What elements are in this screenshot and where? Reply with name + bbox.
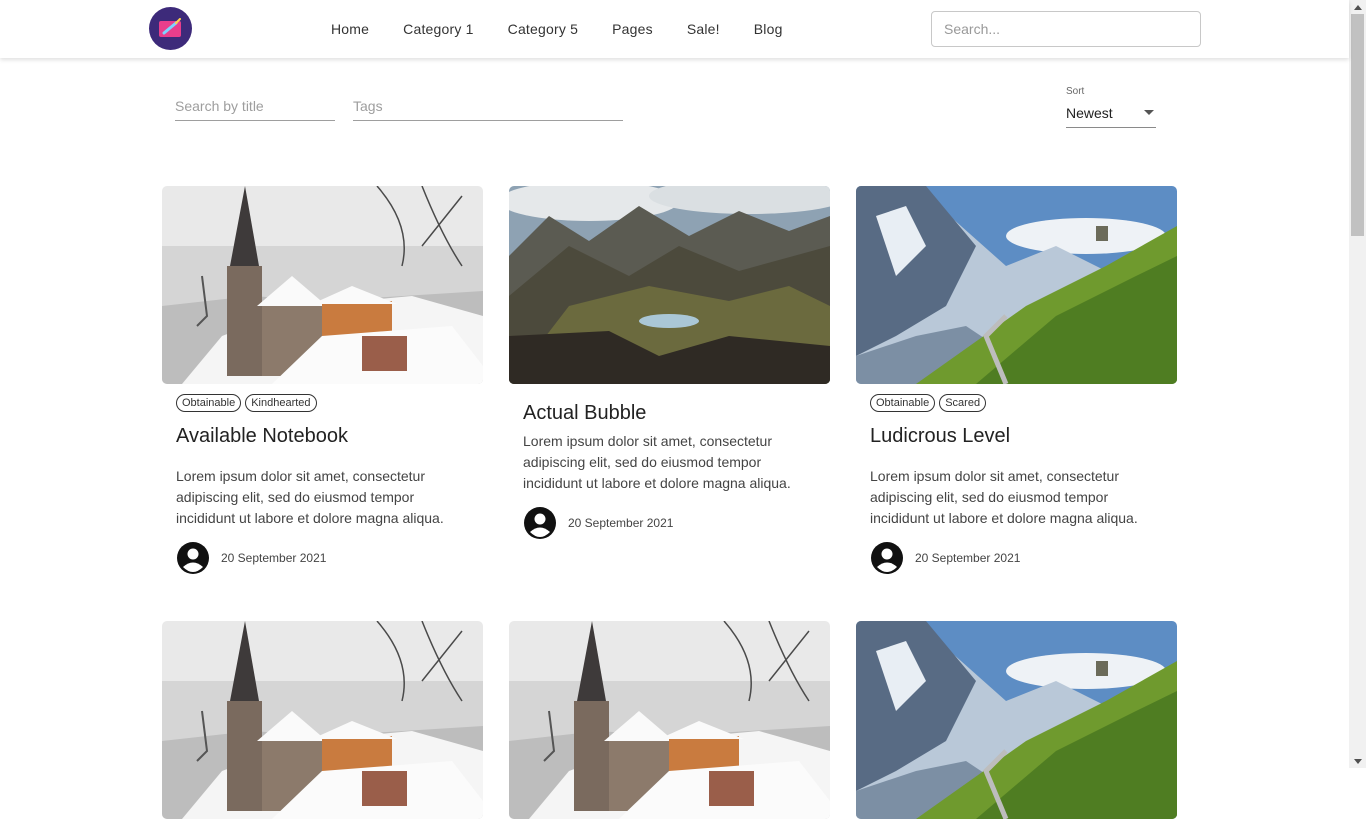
title-search-input[interactable]	[175, 92, 335, 121]
post-card[interactable]: Obtainable Kindhearted Available Noteboo…	[162, 186, 483, 575]
tag-list: Obtainable Kindhearted	[162, 384, 483, 413]
post-meta: 20 September 2021	[856, 529, 1177, 575]
nav-category-1[interactable]: Category 1	[386, 21, 490, 37]
sort-select[interactable]: Sort Newest	[1066, 84, 1156, 128]
post-image[interactable]	[856, 186, 1177, 384]
post-card[interactable]: Actual Bubble Lorem ipsum dolor sit amet…	[509, 186, 830, 540]
post-meta: 20 September 2021	[162, 529, 483, 575]
post-title[interactable]: Ludicrous Level	[856, 413, 1177, 457]
post-card[interactable]	[856, 621, 1177, 819]
sort-value: Newest	[1066, 105, 1113, 121]
header-search-input[interactable]	[931, 11, 1201, 47]
avatar-icon	[523, 506, 557, 540]
post-excerpt: Lorem ipsum dolor sit amet, consectetur …	[176, 468, 444, 526]
post-image[interactable]	[509, 621, 830, 819]
page-scrollbar[interactable]	[1349, 0, 1366, 768]
scroll-thumb[interactable]	[1351, 14, 1364, 236]
post-card[interactable]	[509, 621, 830, 819]
nav-pages[interactable]: Pages	[595, 21, 670, 37]
post-image[interactable]	[162, 186, 483, 384]
post-card[interactable]	[162, 621, 483, 819]
nav-blog[interactable]: Blog	[737, 21, 800, 37]
post-image[interactable]	[856, 621, 1177, 819]
post-card[interactable]: Obtainable Scared Ludicrous Level Lorem …	[856, 186, 1177, 575]
nav-home[interactable]: Home	[314, 21, 386, 37]
logo[interactable]	[149, 7, 192, 50]
scroll-down-icon[interactable]	[1349, 754, 1366, 768]
tag-chip[interactable]: Scared	[939, 394, 987, 412]
post-image[interactable]	[509, 186, 830, 384]
logo-icon	[158, 17, 181, 37]
post-date: 20 September 2021	[915, 551, 1021, 565]
main-nav: Home Category 1 Category 5 Pages Sale! B…	[314, 0, 800, 58]
post-title[interactable]: Available Notebook	[162, 413, 483, 457]
scroll-up-icon[interactable]	[1349, 0, 1366, 14]
nav-category-5[interactable]: Category 5	[491, 21, 595, 37]
post-date: 20 September 2021	[568, 516, 674, 530]
tags-input[interactable]	[353, 92, 623, 121]
tag-chip[interactable]: Obtainable	[870, 394, 936, 412]
post-title[interactable]: Actual Bubble	[509, 384, 830, 424]
tag-chip[interactable]: Kindhearted	[245, 394, 317, 412]
post-meta: 20 September 2021	[509, 494, 830, 540]
sort-label: Sort	[1066, 86, 1085, 97]
nav-sale[interactable]: Sale!	[670, 21, 737, 37]
avatar-icon	[176, 541, 210, 575]
caret-down-icon	[1144, 110, 1154, 115]
post-excerpt: Lorem ipsum dolor sit amet, consectetur …	[523, 433, 791, 491]
post-excerpt: Lorem ipsum dolor sit amet, consectetur …	[870, 468, 1138, 526]
tag-chip[interactable]: Obtainable	[176, 394, 242, 412]
tag-list: Obtainable Scared	[856, 384, 1177, 413]
post-date: 20 September 2021	[221, 551, 327, 565]
post-image[interactable]	[162, 621, 483, 819]
top-navbar: Home Category 1 Category 5 Pages Sale! B…	[0, 0, 1349, 58]
avatar-icon	[870, 541, 904, 575]
